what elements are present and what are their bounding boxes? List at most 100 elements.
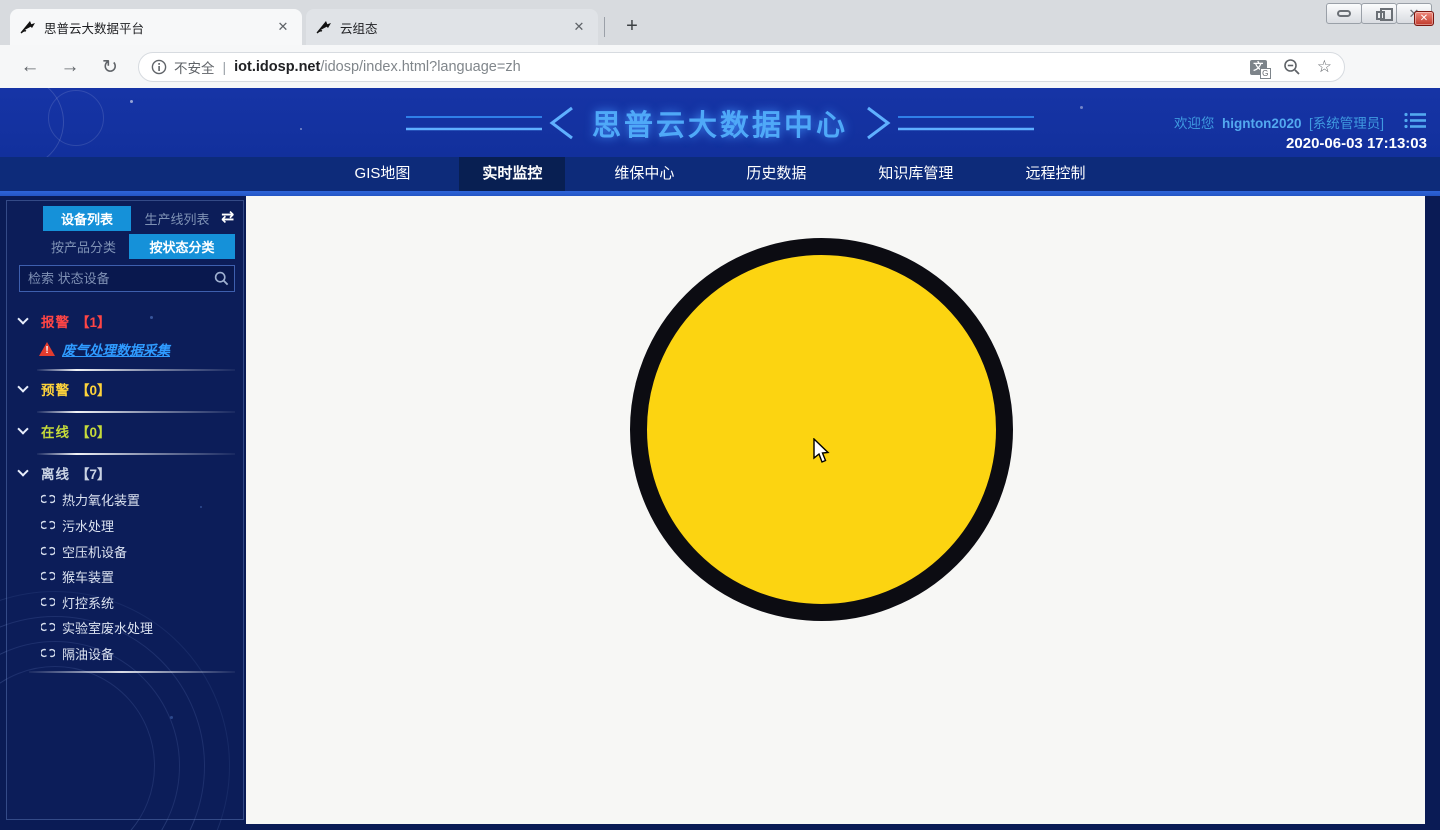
- page-info-icon[interactable]: [151, 59, 167, 75]
- tree-group-offline[interactable]: 离线 【7】: [7, 461, 111, 485]
- window-restore-button[interactable]: [1361, 3, 1397, 24]
- offline-link-icon: [41, 595, 55, 609]
- alarm-device-link[interactable]: 废气处理数据采集: [62, 339, 170, 359]
- group-count: 【0】: [76, 379, 111, 399]
- tab-classify-by-product[interactable]: 按产品分类: [37, 234, 130, 259]
- site-favicon-icon: [316, 19, 332, 35]
- device-label: 污水处理: [62, 516, 114, 535]
- nav-item-maintenance-center[interactable]: 维保中心: [591, 157, 697, 191]
- device-item[interactable]: 污水处理: [41, 513, 114, 537]
- nav-item-history-data[interactable]: 历史数据: [723, 157, 829, 191]
- chevron-down-icon: [17, 423, 28, 434]
- browser-toolbar: ← → ↻ 不安全 | iot.idosp.net /idosp/index.h…: [0, 45, 1440, 88]
- browser-tab-strip: ✕ ✕ 思普云大数据平台 ✕ 云组态 ✕ +: [0, 0, 1440, 45]
- title-ornament-right-icon: [864, 106, 1034, 140]
- offline-link-icon: [41, 492, 55, 506]
- tree-group-alarm[interactable]: 报警 【1】: [7, 309, 111, 333]
- device-item[interactable]: 灯控系统: [41, 590, 114, 614]
- site-favicon-icon: [20, 19, 36, 35]
- device-sidebar: 设备列表 生产线列表 ⇄ 按产品分类 按状态分类 报警 【1】 ! 废气处理数据…: [6, 200, 244, 820]
- device-item[interactable]: 热力氧化装置: [41, 487, 140, 511]
- refresh-button[interactable]: ↻: [94, 51, 126, 83]
- group-count: 【0】: [76, 421, 111, 441]
- device-item[interactable]: 猴车装置: [41, 564, 114, 588]
- device-label: 热力氧化装置: [62, 490, 140, 509]
- tab-title: 思普云大数据平台: [44, 18, 274, 37]
- user-role: [系统管理员]: [1309, 116, 1384, 131]
- chevron-down-icon: [17, 465, 28, 476]
- device-item[interactable]: 实验室废水处理: [41, 615, 153, 639]
- tab-device-list[interactable]: 设备列表: [43, 206, 131, 231]
- forward-button[interactable]: →: [54, 51, 86, 83]
- new-tab-button[interactable]: +: [618, 12, 646, 40]
- device-label: 灯控系统: [62, 593, 114, 612]
- search-input[interactable]: [19, 265, 235, 292]
- welcome-text: 欢迎您 hignton2020 [系统管理员]: [1174, 112, 1384, 132]
- search-icon[interactable]: [214, 271, 229, 286]
- offline-link-icon: [41, 646, 55, 660]
- security-label: 不安全: [174, 57, 215, 77]
- welcome-prefix: 欢迎您: [1174, 116, 1215, 131]
- search-box: [19, 265, 235, 292]
- alarm-device-item[interactable]: ! 废气处理数据采集: [7, 337, 170, 361]
- address-bar[interactable]: 不安全 | iot.idosp.net /idosp/index.html?la…: [138, 52, 1345, 82]
- device-label: 隔油设备: [62, 644, 114, 663]
- group-label: 报警: [41, 311, 70, 331]
- device-item[interactable]: 空压机设备: [41, 539, 127, 563]
- mouse-cursor: [812, 438, 832, 466]
- device-label: 空压机设备: [62, 542, 127, 561]
- group-label: 在线: [41, 421, 70, 441]
- window-minimize-button[interactable]: [1326, 3, 1362, 24]
- url-separator: |: [223, 59, 227, 75]
- group-count: 【7】: [76, 463, 111, 483]
- browser-tab-1[interactable]: 思普云大数据平台 ✕: [10, 9, 302, 45]
- tree-group-online[interactable]: 在线 【0】: [7, 419, 111, 443]
- chevron-down-icon: [17, 313, 28, 324]
- group-label: 预警: [41, 379, 70, 399]
- translate-sub-glyph: G: [1260, 68, 1271, 79]
- offline-link-icon: [41, 518, 55, 532]
- tab-close-icon[interactable]: ✕: [570, 18, 588, 36]
- tab-divider: [604, 17, 605, 37]
- url-host: iot.idosp.net: [234, 59, 320, 75]
- device-item[interactable]: 隔油设备: [41, 641, 114, 665]
- current-datetime: 2020-06-03 17:13:03: [1286, 135, 1427, 152]
- page-title: 思普云大数据中心: [592, 102, 848, 144]
- tab-close-icon[interactable]: ✕: [274, 18, 292, 36]
- tree-separator: [37, 453, 235, 455]
- tab-classify-by-status[interactable]: 按状态分类: [129, 234, 235, 259]
- status-circle[interactable]: [630, 238, 1013, 621]
- warning-triangle-icon: !: [39, 342, 55, 356]
- title-ornament-left-icon: [406, 106, 576, 140]
- main-nav: GIS地图 实时监控 维保中心 历史数据 知识库管理 远程控制: [0, 157, 1440, 191]
- offline-link-icon: [41, 569, 55, 583]
- restore-icon: [1376, 11, 1385, 20]
- menu-list-icon[interactable]: [1404, 112, 1426, 129]
- offline-link-icon: [41, 544, 55, 558]
- tab-title: 云组态: [340, 18, 570, 37]
- nav-item-realtime-monitor[interactable]: 实时监控: [459, 157, 565, 191]
- tree-group-warning[interactable]: 预警 【0】: [7, 377, 111, 401]
- tab-production-line-list[interactable]: 生产线列表: [135, 206, 219, 231]
- close-highlight-icon: ✕: [1414, 11, 1434, 26]
- nav-item-gis-map[interactable]: GIS地图: [332, 157, 434, 191]
- chevron-down-icon: [17, 381, 28, 392]
- monitor-canvas[interactable]: [246, 196, 1425, 824]
- zoom-indicator-icon[interactable]: [1283, 58, 1301, 76]
- device-label: 实验室废水处理: [62, 618, 153, 637]
- bookmark-star-icon[interactable]: ☆: [1317, 57, 1332, 77]
- nav-item-knowledge-base[interactable]: 知识库管理: [855, 157, 976, 191]
- minimize-icon: [1337, 10, 1351, 17]
- group-label: 离线: [41, 463, 70, 483]
- window-close-button[interactable]: ✕ ✕: [1396, 3, 1432, 24]
- device-label: 猴车装置: [62, 567, 114, 586]
- tree-separator: [37, 411, 235, 413]
- browser-tab-2[interactable]: 云组态 ✕: [306, 9, 598, 45]
- username: hignton2020: [1222, 116, 1302, 131]
- back-button[interactable]: ←: [14, 51, 46, 83]
- page-body: 设备列表 生产线列表 ⇄ 按产品分类 按状态分类 报警 【1】 ! 废气处理数据…: [0, 196, 1440, 830]
- translate-icon[interactable]: 文 G: [1250, 60, 1267, 75]
- url-path: /idosp/index.html?language=zh: [320, 59, 520, 75]
- swap-icon[interactable]: ⇄: [221, 207, 234, 227]
- nav-item-remote-control[interactable]: 远程控制: [1002, 157, 1108, 191]
